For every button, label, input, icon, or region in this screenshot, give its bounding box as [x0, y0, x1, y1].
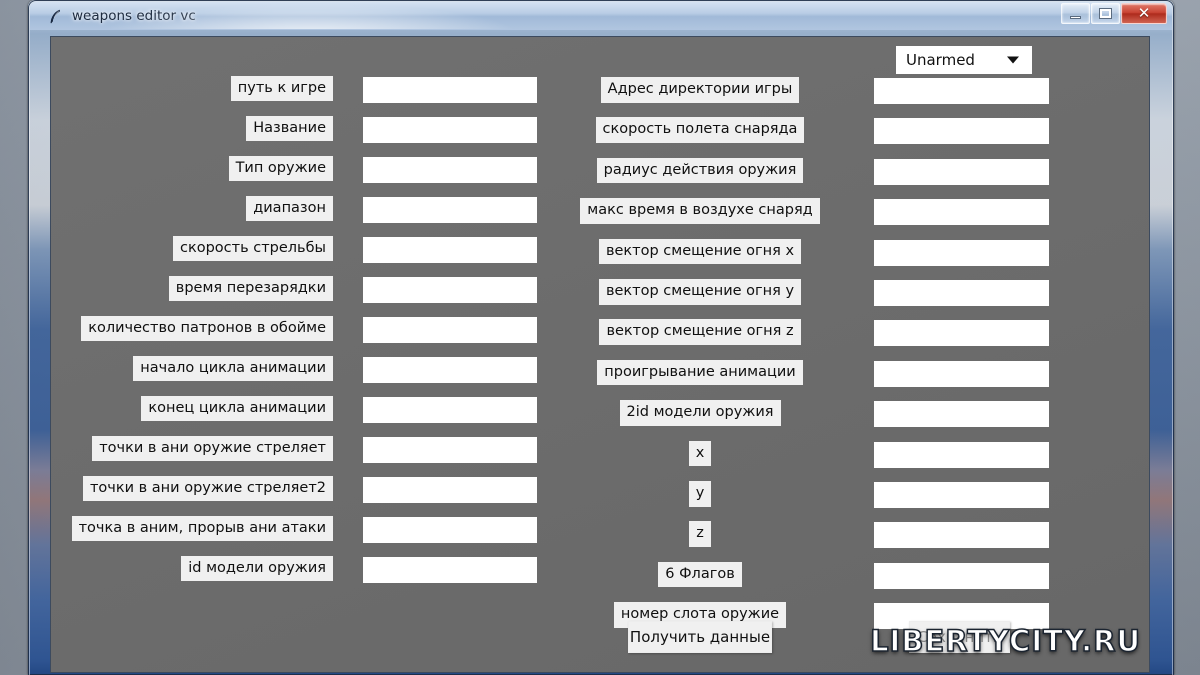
field-input-точка-в-аним-прорыв-ани-атаки[interactable] [363, 517, 537, 543]
field-input-вектор-смещение-огня-x[interactable] [874, 239, 1049, 266]
field-label-x: x [688, 440, 712, 467]
field-input-вектор-смещение-огня-y[interactable] [874, 280, 1049, 306]
field-label-время-перезарядки: время перезарядки [168, 276, 333, 301]
field-label-макс-время-в-воздухе-снаряд: макс время в воздухе снаряд [580, 198, 820, 224]
maximize-button[interactable] [1091, 3, 1120, 24]
field-label-id-модели-оружия: id модели оружия [181, 556, 333, 581]
feather-quill-icon [46, 7, 64, 25]
field-input-радиус-действия-оружия[interactable] [874, 158, 1049, 185]
field-label-конец-цикла-анимации: конец цикла анимации [141, 396, 333, 421]
weapon-select-value: Unarmed [906, 51, 975, 69]
field-label-проигрывание-анимации: проигрывание анимации [597, 359, 803, 386]
field-label-6-флагов: 6 Флагов [658, 561, 742, 588]
field-label-y: y [688, 481, 712, 507]
window-controls: ✕ [1061, 3, 1167, 24]
minimize-icon [1070, 15, 1081, 19]
field-input-проигрывание-анимации[interactable] [874, 360, 1049, 387]
field-label-2id-модели-оружия: 2id модели оружия [619, 400, 781, 426]
field-input-z[interactable] [874, 522, 1049, 549]
field-label-адрес-директории-игры: Адрес директории игры [600, 77, 800, 103]
form-client-area: путь к игре Название Тип оружие диапазон ско… [50, 36, 1150, 673]
field-label-скорость-стрельбы: скорость стрельбы [173, 236, 333, 261]
field-label-тип-оружие: Тип оружие [228, 156, 333, 181]
field-label-z: z [689, 521, 711, 547]
window-title: weapons editor vc [72, 8, 196, 24]
weapon-select[interactable]: Unarmed [896, 46, 1032, 74]
field-input-путь-к-игре[interactable] [363, 77, 537, 103]
field-input-6-флагов[interactable] [874, 562, 1049, 589]
field-input-количество-патронов-в-обойме[interactable] [363, 317, 537, 343]
field-input-2id-модели-оружия[interactable] [874, 401, 1049, 428]
field-input-точки-в-ани-оружие-стреляет2[interactable] [363, 477, 537, 503]
field-input-x[interactable] [874, 441, 1049, 468]
field-input-конец-цикла-анимации[interactable] [363, 397, 537, 423]
field-label-путь-к-игре: путь к игре [230, 76, 333, 101]
field-label-начало-цикла-анимации: начало цикла анимации [133, 356, 333, 381]
field-label-название: Название [246, 116, 333, 141]
field-label-точки-в-ани-оружие-стреляет2: точки в ани оружие стреляет2 [82, 476, 333, 501]
chevron-down-icon [1007, 56, 1019, 64]
field-input-тип-оружие[interactable] [363, 157, 537, 183]
field-label-количество-патронов-в-обойме: количество патронов в обойме [81, 316, 333, 341]
field-input-начало-цикла-анимации[interactable] [363, 357, 537, 383]
save-button[interactable]: Сохранить [909, 621, 1010, 653]
field-input-название[interactable] [363, 117, 537, 143]
field-input-точки-в-ани-оружие-стреляет[interactable] [363, 437, 537, 463]
get-data-button[interactable]: Получить данные [628, 621, 772, 653]
field-input-время-перезарядки[interactable] [363, 277, 537, 303]
close-icon: ✕ [1137, 4, 1151, 22]
title-bar[interactable]: weapons editor vc ✕ [30, 2, 1172, 30]
field-label-диапазон: диапазон [246, 196, 333, 221]
maximize-icon [1100, 9, 1111, 18]
field-input-скорость-стрельбы[interactable] [363, 237, 537, 263]
field-label-радиус-действия-оружия: радиус действия оружия [596, 157, 804, 184]
field-label-вектор-смещение-огня-x: вектор смещение огня x [598, 238, 802, 265]
close-button[interactable]: ✕ [1121, 3, 1167, 24]
field-label-точки-в-ани-оружие-стреляет: точки в ани оружие стреляет [92, 436, 333, 461]
field-input-скорость-полета-снаряда[interactable] [874, 118, 1049, 145]
field-label-точка-в-аним-прорыв-ани-атаки: точка в аним, прорыв ани атаки [71, 516, 333, 541]
field-input-вектор-смещение-огня-z[interactable] [874, 320, 1049, 347]
field-input-диапазон[interactable] [363, 197, 537, 223]
field-label-вектор-смещение-огня-z: вектор смещение огня z [599, 319, 801, 345]
field-input-адрес-директории-игры[interactable] [874, 78, 1049, 104]
application-window: weapons editor vc ✕ путь к игре Название Т… [28, 0, 1174, 675]
field-input-id-модели-оружия[interactable] [363, 557, 537, 583]
field-label-вектор-смещение-огня-y: вектор смещение огня y [598, 279, 802, 305]
minimize-button[interactable] [1061, 3, 1090, 24]
field-input-макс-время-в-воздухе-снаряд[interactable] [874, 199, 1049, 226]
field-label-скорость-полета-снаряда: скорость полета снаряда [595, 117, 805, 143]
field-input-y[interactable] [874, 482, 1049, 508]
